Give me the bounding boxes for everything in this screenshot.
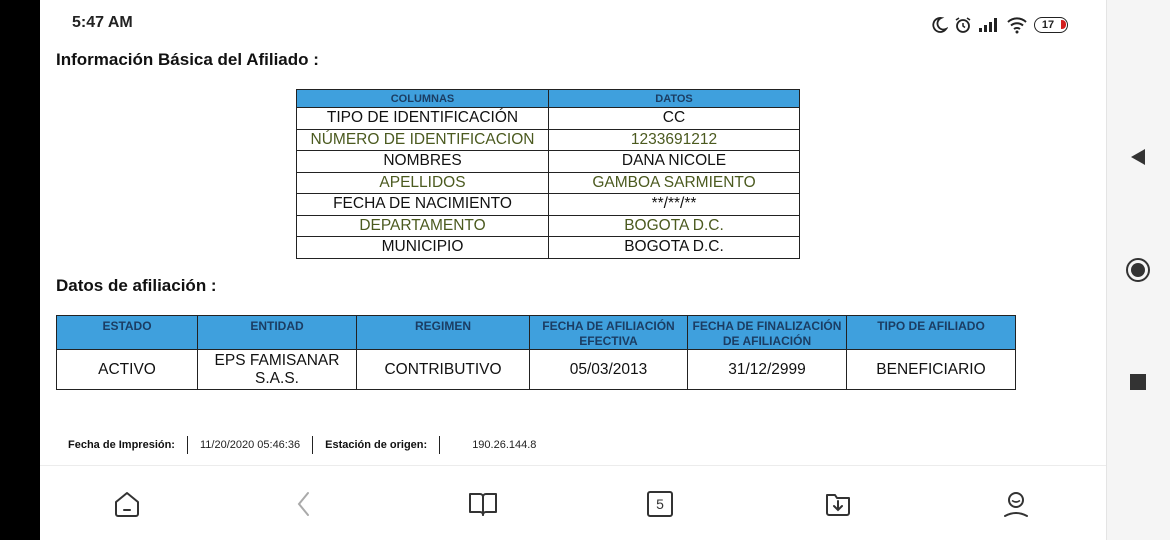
table-cell: 31/12/2999 xyxy=(687,349,847,390)
print-date-label: Fecha de Impresión: xyxy=(68,439,175,451)
table-header-row: ESTADO ENTIDAD REGIMEN FECHA DE AFILIACI… xyxy=(56,315,1016,350)
divider xyxy=(439,436,441,454)
field-value: **/**/** xyxy=(548,193,800,216)
table-row: ACTIVO EPS FAMISANAR S.A.S. CONTRIBUTIVO… xyxy=(56,349,1016,390)
system-back-icon xyxy=(1131,149,1145,165)
table-row: NOMBRES DANA NICOLE xyxy=(296,150,800,173)
table-cell: CONTRIBUTIVO xyxy=(356,349,530,390)
table-row: APELLIDOS GAMBOA SARMIENTO xyxy=(296,171,800,194)
table-cell: BENEFICIARIO xyxy=(846,349,1016,390)
moon-icon xyxy=(932,17,948,33)
signal-icon xyxy=(979,18,997,32)
column-header: REGIMEN xyxy=(356,315,530,350)
status-icons: 17 xyxy=(930,14,1068,36)
basic-info-table: COLUMNAS DATOS TIPO DE IDENTIFICACIÓN CC… xyxy=(296,89,800,259)
system-home-button[interactable] xyxy=(1124,256,1152,284)
table-header-row: COLUMNAS DATOS xyxy=(296,89,800,108)
alarm-icon xyxy=(955,17,971,33)
print-date-value: 11/20/2020 05:46:36 xyxy=(199,439,301,451)
system-back-button[interactable] xyxy=(1124,143,1152,171)
origin-station-label: Estación de origen: xyxy=(325,439,428,451)
table-row: MUNICIPIO BOGOTA D.C. xyxy=(296,236,800,259)
downloads-button[interactable] xyxy=(820,486,856,522)
field-value: BOGOTA D.C. xyxy=(548,236,800,259)
system-home-icon xyxy=(1126,258,1150,282)
status-time: 5:47 AM xyxy=(72,14,133,31)
downloads-icon xyxy=(826,494,850,516)
field-label: NOMBRES xyxy=(296,150,549,173)
field-label: DEPARTAMENTO xyxy=(296,214,549,237)
tabs-count: 5 xyxy=(656,496,664,512)
battery-icon: 17 xyxy=(1034,17,1068,33)
home-button[interactable] xyxy=(109,486,145,522)
system-recents-icon xyxy=(1130,374,1146,390)
tabs-button[interactable]: 5 xyxy=(642,486,678,522)
column-header: COLUMNAS xyxy=(296,89,549,108)
table-cell: ACTIVO xyxy=(56,349,198,390)
column-header: FECHA DE AFILIACIÓN EFECTIVA xyxy=(529,315,688,350)
table-cell: 05/03/2013 xyxy=(529,349,688,390)
table-cell: EPS FAMISANAR S.A.S. xyxy=(197,349,357,390)
afiliacion-table: ESTADO ENTIDAD REGIMEN FECHA DE AFILIACI… xyxy=(56,315,1016,390)
field-value: DANA NICOLE xyxy=(548,150,800,173)
home-icon xyxy=(115,492,139,517)
back-button[interactable] xyxy=(286,486,322,522)
print-info: Fecha de Impresión: 11/20/2020 05:46:36 … xyxy=(68,436,536,454)
field-label: NÚMERO DE IDENTIFICACION xyxy=(296,128,549,151)
back-icon xyxy=(297,492,309,516)
left-black-strip xyxy=(0,0,40,540)
column-header: DATOS xyxy=(548,89,800,108)
field-value: GAMBOA SARMIENTO xyxy=(548,171,800,194)
document-page xyxy=(40,0,1106,540)
field-label: TIPO DE IDENTIFICACIÓN xyxy=(296,107,549,130)
basic-info-title: Información Básica del Afiliado : xyxy=(56,50,319,69)
table-row: TIPO DE IDENTIFICACIÓN CC xyxy=(296,107,800,130)
field-value: CC xyxy=(548,107,800,130)
column-header: FECHA DE FINALIZACIÓN DE AFILIACIÓN xyxy=(687,315,847,350)
afiliacion-title: Datos de afiliación : xyxy=(56,276,217,295)
battery-level: 17 xyxy=(1041,19,1055,31)
bookmarks-icon xyxy=(469,493,497,516)
divider xyxy=(312,436,314,454)
browser-bottom-nav: 5 xyxy=(40,465,1106,540)
field-label: FECHA DE NACIMIENTO xyxy=(296,193,549,216)
system-recents-button[interactable] xyxy=(1124,368,1152,396)
column-header: TIPO DE AFILIADO xyxy=(846,315,1016,350)
field-label: MUNICIPIO xyxy=(296,236,549,259)
profile-button[interactable] xyxy=(998,486,1034,522)
table-row: NÚMERO DE IDENTIFICACION 1233691212 xyxy=(296,128,800,151)
field-label: APELLIDOS xyxy=(296,171,549,194)
profile-icon xyxy=(1004,492,1028,517)
column-header: ENTIDAD xyxy=(197,315,357,350)
column-header: ESTADO xyxy=(56,315,198,350)
field-value: 1233691212 xyxy=(548,128,800,151)
wifi-icon xyxy=(1007,17,1027,34)
table-row: FECHA DE NACIMIENTO **/**/** xyxy=(296,193,800,216)
field-value: BOGOTA D.C. xyxy=(548,214,800,237)
origin-station-value: 190.26.144.8 xyxy=(472,439,537,451)
tabs-icon: 5 xyxy=(647,491,673,517)
bookmarks-button[interactable] xyxy=(465,486,501,522)
divider xyxy=(186,436,188,454)
table-row: DEPARTAMENTO BOGOTA D.C. xyxy=(296,214,800,237)
